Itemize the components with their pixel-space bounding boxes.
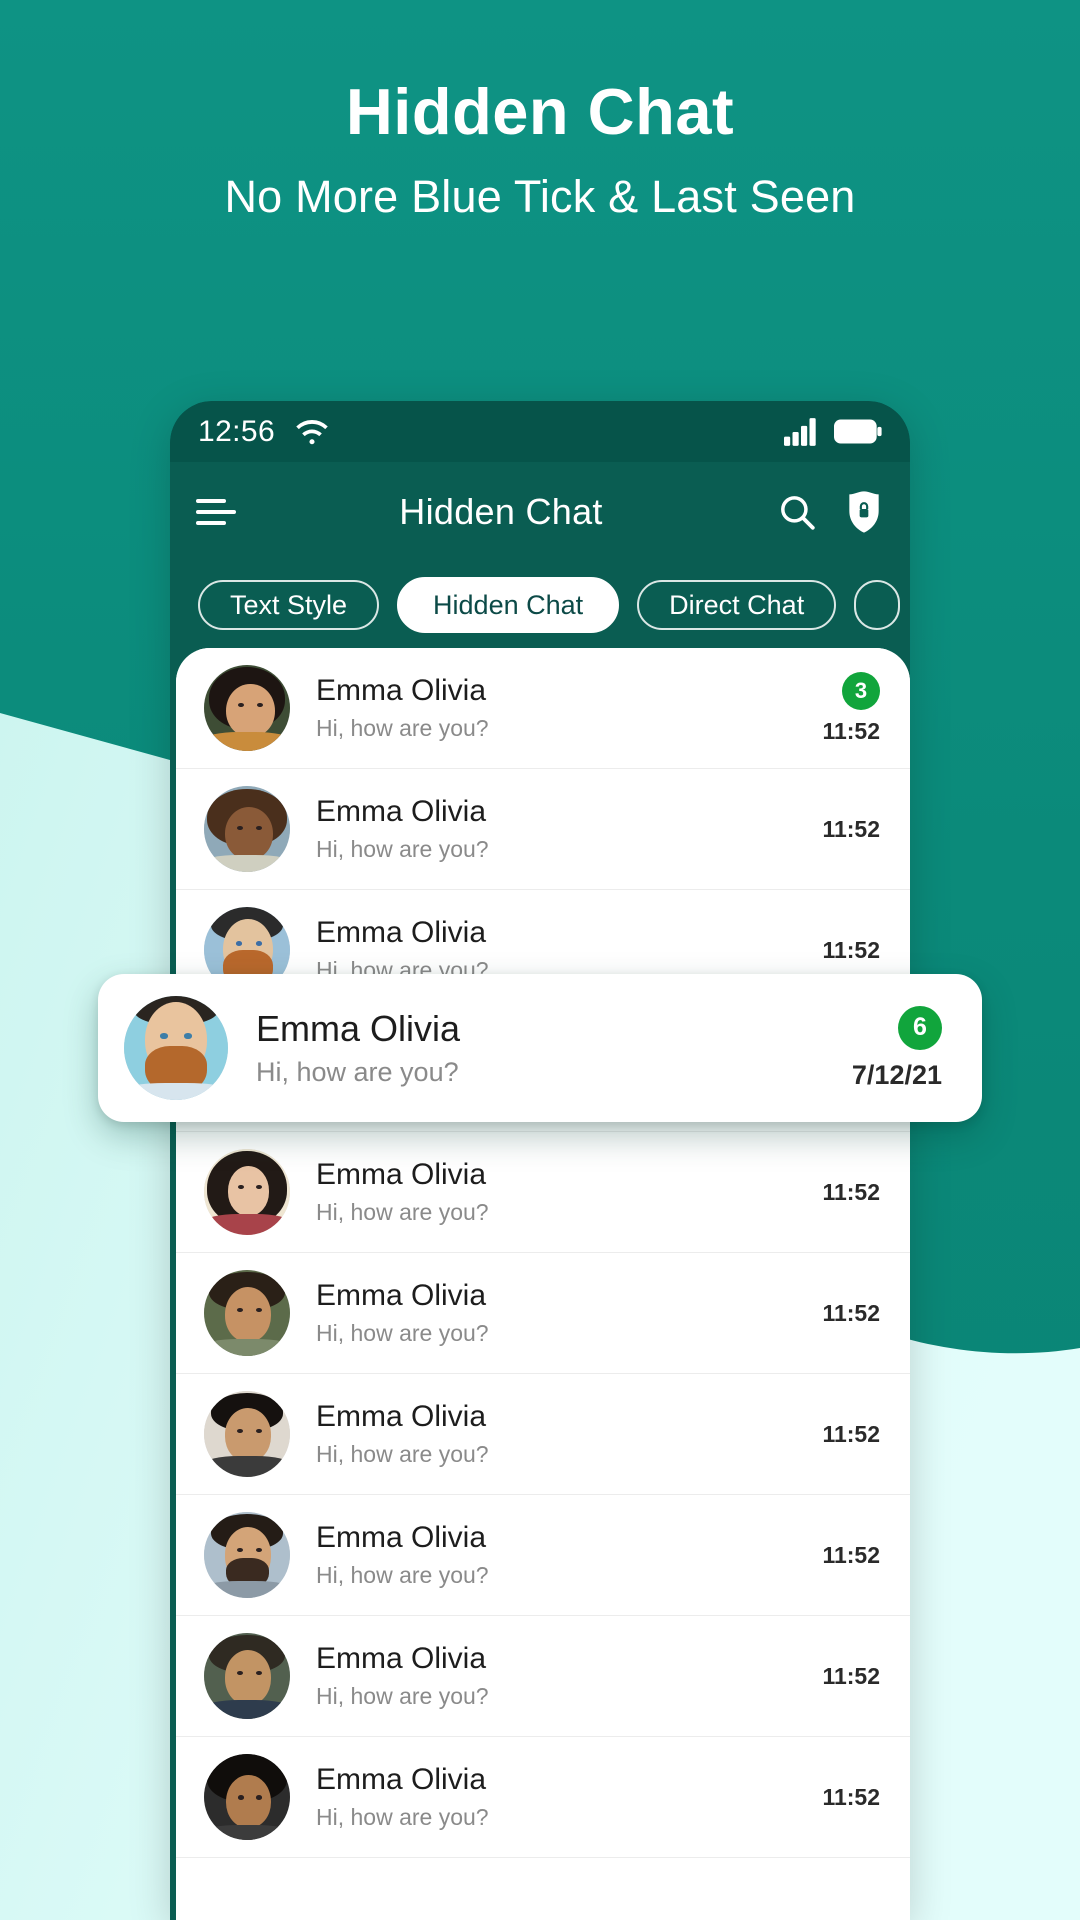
avatar <box>204 1149 290 1235</box>
table-row[interactable]: Emma Olivia Hi, how are you? 11:52 <box>176 1737 910 1858</box>
contact-name: Emma Olivia <box>316 674 487 708</box>
message-time: 11:52 <box>822 1541 880 1568</box>
avatar <box>204 1391 290 1477</box>
table-row[interactable]: Emma Olivia Hi, how are you? 11:52 <box>176 769 910 890</box>
row-meta: 11:52 <box>790 816 880 843</box>
search-icon[interactable] <box>776 491 818 533</box>
message-time: 11:52 <box>822 717 880 744</box>
phone-screen: 12:56 Hidden Chat Text Style Hidden Chat… <box>170 401 910 1920</box>
phone-mockup: 12:56 Hidden Chat Text Style Hidden Chat… <box>170 401 910 1920</box>
status-bar-time: 12:56 <box>198 414 276 448</box>
table-row[interactable]: Emma Olivia Hi, how are you? 11:52 <box>176 1253 910 1374</box>
row-text: Emma Olivia Hi, how are you? <box>316 674 790 742</box>
promo-subtitle: No More Blue Tick & Last Seen <box>224 171 856 223</box>
contact-name: Emma Olivia <box>316 1763 487 1797</box>
app-bar: Hidden Chat <box>170 462 910 562</box>
message-time: 7/12/21 <box>851 1059 942 1090</box>
tab-direct-chat[interactable]: Direct Chat <box>637 580 837 630</box>
message-time: 11:52 <box>822 1299 880 1326</box>
row-text: Emma Olivia Hi, how are you? <box>316 1763 790 1831</box>
row-meta: 6 7/12/21 <box>822 1005 942 1091</box>
avatar <box>204 1633 290 1719</box>
avatar <box>204 1512 290 1598</box>
table-row[interactable]: Emma Olivia Hi, how are you? 11:52 <box>176 1374 910 1495</box>
wifi-icon <box>296 419 328 444</box>
contact-name: Emma Olivia <box>316 795 487 829</box>
row-meta: 11:52 <box>790 1542 880 1569</box>
row-meta: 11:52 <box>790 1421 880 1448</box>
message-time: 11:52 <box>822 936 880 963</box>
contact-name: Emma Olivia <box>316 1400 487 1434</box>
table-row[interactable]: Emma Olivia Hi, how are you? 11:52 <box>176 1616 910 1737</box>
highlighted-chat-card[interactable]: Emma Olivia Hi, how are you? 6 7/12/21 <box>98 974 982 1122</box>
last-message: Hi, how are you? <box>316 1682 489 1709</box>
last-message: Hi, how are you? <box>316 1561 489 1588</box>
promo-text-block: Hidden Chat No More Blue Tick & Last See… <box>0 75 1080 223</box>
contact-name: Emma Olivia <box>316 1279 487 1313</box>
message-time: 11:52 <box>822 1783 880 1810</box>
avatar <box>204 786 290 872</box>
app-bar-title: Hidden Chat <box>399 491 603 532</box>
battery-full-icon <box>834 419 882 444</box>
row-text: Emma Olivia Hi, how are you? <box>316 1521 790 1589</box>
row-text: Emma Olivia Hi, how are you? <box>316 1158 790 1226</box>
chat-list[interactable]: Emma Olivia Hi, how are you? 3 11:52 Emm… <box>176 648 910 1920</box>
last-message: Hi, how are you? <box>316 1198 489 1225</box>
promo-title: Hidden Chat <box>345 75 735 148</box>
message-time: 11:52 <box>822 815 880 842</box>
tab-chip-bar[interactable]: Text Style Hidden Chat Direct Chat <box>170 562 910 648</box>
avatar <box>204 1270 290 1356</box>
status-bar: 12:56 <box>170 401 910 462</box>
tab-hidden-chat[interactable]: Hidden Chat <box>397 577 620 633</box>
last-message: Hi, how are you? <box>316 714 489 741</box>
message-time: 11:52 <box>822 1420 880 1447</box>
row-text: Emma Olivia Hi, how are you? <box>316 1279 790 1347</box>
row-meta: 11:52 <box>790 1663 880 1690</box>
avatar-bearded-man <box>124 996 228 1100</box>
row-meta: 11:52 <box>790 937 880 964</box>
last-message: Hi, how are you? <box>316 1803 489 1830</box>
status-bar-right-icons <box>784 417 882 447</box>
last-message: Hi, how are you? <box>316 1440 489 1467</box>
row-meta: 3 11:52 <box>790 671 880 745</box>
promo-screenshot: Hidden Chat No More Blue Tick & Last See… <box>0 0 1080 1920</box>
unread-badge: 3 <box>842 671 880 710</box>
avatar <box>204 665 290 751</box>
row-meta: 11:52 <box>790 1784 880 1811</box>
table-row[interactable]: Emma Olivia Hi, how are you? 11:52 <box>176 1132 910 1253</box>
tab-overflow-partial[interactable] <box>854 580 901 630</box>
row-text: Emma Olivia Hi, how are you? <box>316 1400 790 1468</box>
last-message: Hi, how are you? <box>316 835 489 862</box>
avatar <box>204 1754 290 1840</box>
row-meta: 11:52 <box>790 1300 880 1327</box>
last-message: Hi, how are you? <box>316 1319 489 1346</box>
table-row[interactable]: Emma Olivia Hi, how are you? 11:52 <box>176 1495 910 1616</box>
tab-text-style[interactable]: Text Style <box>198 580 380 630</box>
row-text: Emma Olivia Hi, how are you? <box>316 1642 790 1710</box>
table-row[interactable]: Emma Olivia Hi, how are you? 3 11:52 <box>176 648 910 769</box>
contact-name: Emma Olivia <box>316 1642 487 1676</box>
message-time: 11:52 <box>822 1662 880 1689</box>
unread-badge: 6 <box>898 1005 942 1050</box>
cellular-signal-icon <box>784 417 816 446</box>
app-bar-actions <box>776 490 884 534</box>
contact-name: Emma Olivia <box>316 1158 487 1192</box>
last-message: Hi, how are you? <box>256 1057 459 1088</box>
row-text: Emma Olivia Hi, how are you? <box>256 1008 822 1088</box>
message-time: 11:52 <box>822 1178 880 1205</box>
row-meta: 11:52 <box>790 1179 880 1206</box>
row-text: Emma Olivia Hi, how are you? <box>316 795 790 863</box>
contact-name: Emma Olivia <box>316 916 487 950</box>
contact-name: Emma Olivia <box>316 1521 487 1555</box>
contact-name: Emma Olivia <box>256 1007 461 1049</box>
shield-lock-icon[interactable] <box>844 490 884 534</box>
